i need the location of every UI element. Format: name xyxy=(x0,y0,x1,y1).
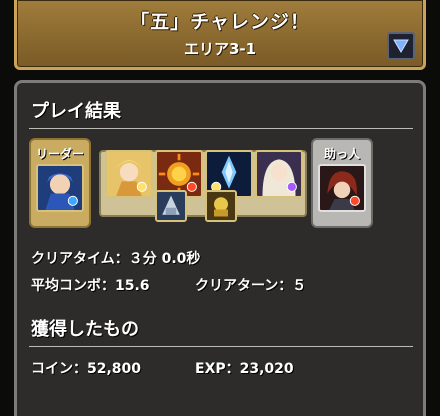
helper-slot: 助っ人 xyxy=(311,138,373,228)
clear-turns: クリアターン：５ xyxy=(195,278,307,294)
result-panel: プレイ結果 リーダー 助っ人 クリアタイム：３分 0.0秒 平均コンボ：15.6… xyxy=(14,80,426,416)
leader-label: リーダー xyxy=(35,147,84,161)
dropdown-button[interactable] xyxy=(387,32,415,60)
quest-title: 「五」チャレンジ！ xyxy=(130,11,310,33)
triangle-down-icon xyxy=(393,39,409,53)
helper-label: 助っ人 xyxy=(323,147,360,161)
rewards-title: 獲得したもの xyxy=(31,319,139,340)
divider xyxy=(29,346,413,347)
dark-red-haired-monster-icon[interactable] xyxy=(318,164,366,212)
light-blonde-warrior-monster-icon[interactable] xyxy=(105,150,153,198)
play-result-title: プレイ結果 xyxy=(31,101,121,122)
blue-armored-warrior-monster-icon[interactable] xyxy=(36,164,84,212)
quest-header: 「五」チャレンジ！ エリア3-1 xyxy=(14,0,426,70)
sub-members xyxy=(99,150,307,222)
gold-armor-assist-icon[interactable] xyxy=(205,190,237,222)
silver-armor-assist-icon[interactable] xyxy=(155,190,187,222)
divider xyxy=(29,128,413,129)
average-combo: 平均コンボ：15.6 xyxy=(31,278,150,294)
coin-reward: コイン：52,800 xyxy=(31,361,142,377)
white-haired-goddess-monster-icon[interactable] xyxy=(255,150,303,198)
clear-time: クリアタイム：３分 0.0秒 xyxy=(31,251,201,267)
leader-slot: リーダー xyxy=(29,138,91,228)
exp-reward: EXP：23,020 xyxy=(195,361,294,377)
area-name: エリア3-1 xyxy=(183,40,257,58)
